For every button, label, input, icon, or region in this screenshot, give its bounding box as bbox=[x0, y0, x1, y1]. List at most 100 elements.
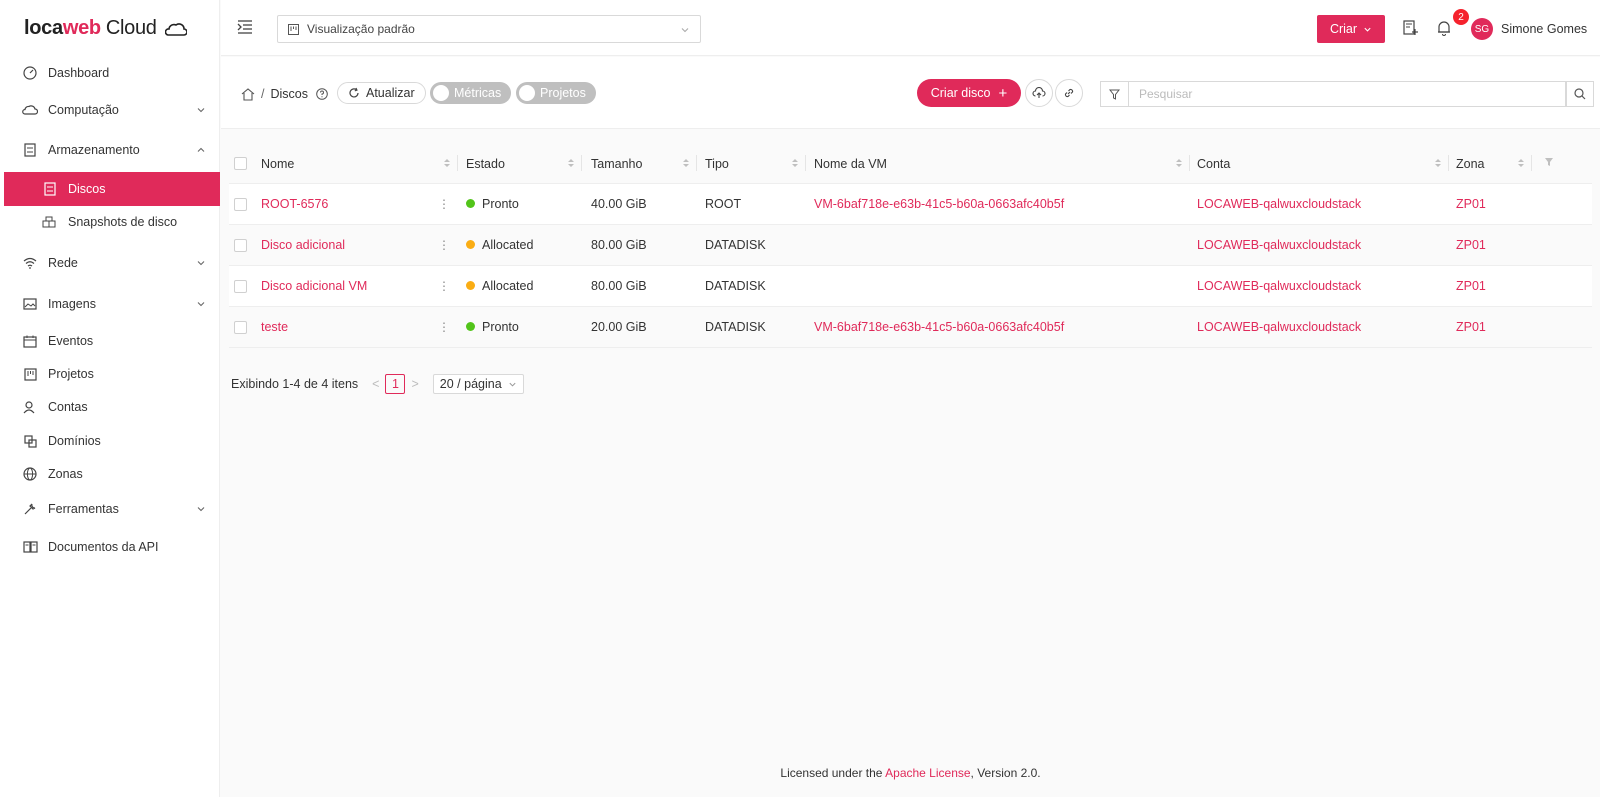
column-divider bbox=[805, 155, 806, 171]
account-link[interactable]: LOCAWEB-qalwuxcloudstack bbox=[1197, 238, 1361, 252]
zone-link[interactable]: ZP01 bbox=[1456, 197, 1486, 211]
more-vertical-icon[interactable]: ⋮ bbox=[438, 197, 450, 211]
user-name[interactable]: Simone Gomes bbox=[1501, 22, 1587, 36]
select-all-checkbox[interactable] bbox=[234, 157, 247, 170]
row-checkbox[interactable] bbox=[234, 198, 247, 211]
refresh-label: Atualizar bbox=[366, 86, 415, 100]
page-number-current[interactable]: 1 bbox=[385, 374, 406, 394]
sort-icon[interactable] bbox=[1175, 157, 1183, 169]
sidebar-item-eventos[interactable]: Eventos bbox=[0, 324, 220, 358]
more-vertical-icon[interactable]: ⋮ bbox=[438, 238, 450, 252]
search-input[interactable] bbox=[1128, 81, 1566, 107]
brand-logo[interactable]: locaweb Cloud bbox=[24, 17, 187, 40]
help-icon[interactable] bbox=[316, 88, 328, 100]
home-icon[interactable] bbox=[241, 87, 255, 101]
page-size-value: 20 / página bbox=[439, 377, 502, 391]
create-disk-button[interactable]: Criar disco + bbox=[917, 79, 1021, 107]
sidebar-item-imagens[interactable]: Imagens bbox=[0, 287, 220, 321]
sidebar-item-snapshots[interactable]: Snapshots de disco bbox=[0, 205, 220, 239]
status-text: Pronto bbox=[482, 197, 519, 211]
table-row[interactable]: Disco adicional VM ⋮ Allocated 80.00 GiB… bbox=[229, 266, 1592, 307]
row-checkbox[interactable] bbox=[234, 239, 247, 252]
account-link[interactable]: LOCAWEB-qalwuxcloudstack bbox=[1197, 279, 1361, 293]
create-button-label: Criar bbox=[1329, 22, 1358, 36]
sidebar-item-armazenamento[interactable]: Armazenamento bbox=[0, 133, 220, 167]
column-tamanho[interactable]: Tamanho bbox=[591, 157, 642, 171]
search-button[interactable] bbox=[1566, 81, 1594, 107]
bell-icon[interactable] bbox=[1437, 20, 1451, 36]
sidebar-item-discos[interactable]: Discos bbox=[4, 172, 220, 206]
chevron-left-icon[interactable]: < bbox=[372, 377, 379, 391]
column-nome-vm[interactable]: Nome da VM bbox=[814, 157, 887, 171]
chevron-down-icon bbox=[197, 302, 205, 307]
sidebar-item-ferramentas[interactable]: Ferramentas bbox=[0, 492, 220, 526]
disk-name-link[interactable]: Disco adicional VM bbox=[261, 279, 367, 293]
chevron-right-icon[interactable]: > bbox=[411, 377, 418, 391]
sidebar-item-dominios[interactable]: Domínios bbox=[0, 424, 220, 458]
sidebar-item-contas[interactable]: Contas bbox=[0, 390, 220, 424]
sort-icon[interactable] bbox=[567, 157, 575, 169]
filter-icon[interactable] bbox=[1544, 157, 1554, 167]
column-estado[interactable]: Estado bbox=[466, 157, 505, 171]
disk-name-link[interactable]: Disco adicional bbox=[261, 238, 345, 252]
account-link[interactable]: LOCAWEB-qalwuxcloudstack bbox=[1197, 320, 1361, 334]
plus-icon: + bbox=[998, 84, 1008, 102]
sidebar-item-documentos-api[interactable]: Documentos da API bbox=[0, 530, 220, 564]
upload-button[interactable] bbox=[1025, 79, 1053, 107]
breadcrumb-current: Discos bbox=[270, 87, 308, 101]
size-cell: 20.00 GiB bbox=[591, 320, 647, 334]
vm-name-link[interactable]: VM-6baf718e-e63b-41c5-b60a-0663afc40b5f bbox=[814, 197, 1064, 211]
refresh-button[interactable]: Atualizar bbox=[337, 82, 426, 104]
sidebar-item-dashboard[interactable]: Dashboard bbox=[0, 56, 220, 90]
create-button[interactable]: Criar bbox=[1317, 15, 1385, 43]
link-button[interactable] bbox=[1055, 79, 1083, 107]
sort-icon[interactable] bbox=[1434, 157, 1442, 169]
column-zona[interactable]: Zona bbox=[1456, 157, 1485, 171]
row-checkbox[interactable] bbox=[234, 321, 247, 334]
project-add-icon[interactable] bbox=[1403, 20, 1419, 36]
sidebar-item-zonas[interactable]: Zonas bbox=[0, 457, 220, 491]
sort-icon[interactable] bbox=[682, 157, 690, 169]
view-select[interactable]: Visualização padrão bbox=[277, 15, 701, 43]
column-tipo[interactable]: Tipo bbox=[705, 157, 729, 171]
sidebar-item-label: Domínios bbox=[48, 434, 101, 448]
breadcrumb-separator: / bbox=[261, 87, 265, 101]
disk-name-link[interactable]: teste bbox=[261, 320, 288, 334]
more-vertical-icon[interactable]: ⋮ bbox=[438, 279, 450, 293]
sidebar-item-rede[interactable]: Rede bbox=[0, 246, 220, 280]
storage-icon bbox=[22, 142, 38, 158]
account-link[interactable]: LOCAWEB-qalwuxcloudstack bbox=[1197, 197, 1361, 211]
page-size-select[interactable]: 20 / página bbox=[432, 374, 524, 394]
column-divider bbox=[581, 155, 582, 171]
chevron-up-icon bbox=[197, 147, 205, 152]
more-vertical-icon[interactable]: ⋮ bbox=[438, 320, 450, 334]
disk-name-link[interactable]: ROOT-6576 bbox=[261, 197, 328, 211]
projects-toggle[interactable]: Projetos bbox=[516, 82, 596, 104]
table-row[interactable]: teste ⋮ Pronto 20.00 GiB DATADISK VM-6ba… bbox=[229, 307, 1592, 348]
view-select-value: Visualização padrão bbox=[307, 22, 415, 36]
zone-link[interactable]: ZP01 bbox=[1456, 320, 1486, 334]
metrics-toggle[interactable]: Métricas bbox=[430, 82, 512, 104]
table-row[interactable]: Disco adicional ⋮ Allocated 80.00 GiB DA… bbox=[229, 225, 1592, 266]
status-cell: Allocated bbox=[466, 279, 533, 293]
zone-link[interactable]: ZP01 bbox=[1456, 279, 1486, 293]
sidebar-item-projetos[interactable]: Projetos bbox=[0, 357, 220, 391]
license-link[interactable]: Apache License bbox=[885, 766, 970, 780]
page-toolbar: / Discos Atualizar Métricas Projetos Cri… bbox=[221, 57, 1600, 129]
size-cell: 40.00 GiB bbox=[591, 197, 647, 211]
menu-fold-icon[interactable] bbox=[237, 20, 253, 34]
table-row[interactable]: ROOT-6576 ⋮ Pronto 40.00 GiB ROOT VM-6ba… bbox=[229, 184, 1592, 225]
sort-icon[interactable] bbox=[443, 157, 451, 169]
avatar[interactable]: SG bbox=[1471, 18, 1493, 40]
type-cell: DATADISK bbox=[705, 238, 766, 252]
filter-button[interactable] bbox=[1100, 81, 1128, 107]
sort-icon[interactable] bbox=[791, 157, 799, 169]
sidebar-item-computacao[interactable]: Computação bbox=[0, 93, 220, 127]
row-checkbox[interactable] bbox=[234, 280, 247, 293]
search-icon bbox=[1574, 88, 1586, 100]
column-conta[interactable]: Conta bbox=[1197, 157, 1230, 171]
sort-icon[interactable] bbox=[1517, 157, 1525, 169]
vm-name-link[interactable]: VM-6baf718e-e63b-41c5-b60a-0663afc40b5f bbox=[814, 320, 1064, 334]
column-nome[interactable]: Nome bbox=[261, 157, 294, 171]
zone-link[interactable]: ZP01 bbox=[1456, 238, 1486, 252]
